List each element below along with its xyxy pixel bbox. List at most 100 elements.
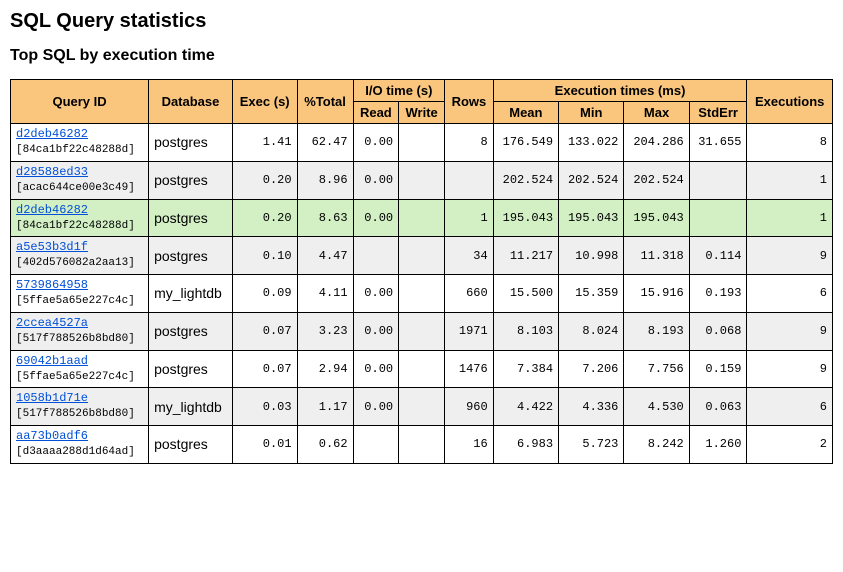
cell-stderr bbox=[689, 161, 747, 199]
query-id-hash: [402d576082a2aa13] bbox=[16, 257, 135, 269]
col-database: Database bbox=[149, 80, 233, 124]
query-id-link[interactable]: aa73b0adf6 bbox=[16, 429, 88, 443]
cell-io-write bbox=[399, 199, 445, 237]
col-executions: Executions bbox=[747, 80, 833, 124]
cell-rows: 8 bbox=[445, 124, 494, 162]
cell-max: 8.193 bbox=[624, 312, 689, 350]
cell-database: postgres bbox=[149, 237, 233, 275]
cell-exec-s: 0.07 bbox=[232, 312, 297, 350]
table-row: d2deb46282 [84ca1bf22c48288d] postgres1.41… bbox=[11, 124, 833, 162]
cell-exec-s: 0.03 bbox=[232, 388, 297, 426]
cell-stderr: 0.114 bbox=[689, 237, 747, 275]
cell-exec-s: 0.09 bbox=[232, 275, 297, 313]
query-id-hash: [5ffae5a65e227c4c] bbox=[16, 371, 135, 383]
cell-min: 15.359 bbox=[559, 275, 624, 313]
cell-exec-s: 0.20 bbox=[232, 199, 297, 237]
cell-io-read: 0.00 bbox=[353, 275, 399, 313]
query-id-link[interactable]: d2deb46282 bbox=[16, 203, 88, 217]
cell-query-id: d28588ed33[acac644ce00e3c49] bbox=[11, 161, 149, 199]
query-id-link[interactable]: a5e53b3d1f bbox=[16, 240, 88, 254]
cell-query-id: 5739864958 [5ffae5a65e227c4c] bbox=[11, 275, 149, 313]
cell-query-id: aa73b0adf6[d3aaaa288d1d64ad] bbox=[11, 426, 149, 464]
cell-stderr: 0.159 bbox=[689, 350, 747, 388]
col-stderr: StdErr bbox=[689, 102, 747, 124]
cell-mean: 176.549 bbox=[493, 124, 558, 162]
col-exec-s: Exec (s) bbox=[232, 80, 297, 124]
cell-max: 7.756 bbox=[624, 350, 689, 388]
cell-mean: 6.983 bbox=[493, 426, 558, 464]
cell-rows: 660 bbox=[445, 275, 494, 313]
table-row: 5739864958[5ffae5a65e227c4c]my_lightdb0.… bbox=[11, 275, 833, 313]
query-id-link[interactable]: d2deb46282 bbox=[16, 127, 88, 141]
cell-database: postgres bbox=[149, 124, 233, 162]
cell-executions: 6 bbox=[747, 388, 833, 426]
query-id-link[interactable]: 2ccea4527a bbox=[16, 316, 88, 330]
cell-exec-s: 0.07 bbox=[232, 350, 297, 388]
cell-io-read: 0.00 bbox=[353, 350, 399, 388]
query-id-link[interactable]: 5739864958 bbox=[16, 278, 88, 292]
cell-stderr: 0.193 bbox=[689, 275, 747, 313]
cell-stderr: 0.063 bbox=[689, 388, 747, 426]
cell-io-read: 0.00 bbox=[353, 312, 399, 350]
col-query-id: Query ID bbox=[11, 80, 149, 124]
cell-exec-s: 0.10 bbox=[232, 237, 297, 275]
cell-pct-total: 62.47 bbox=[297, 124, 353, 162]
cell-query-id: a5e53b3d1f [402d576082a2aa13] bbox=[11, 237, 149, 275]
cell-pct-total: 8.96 bbox=[297, 161, 353, 199]
cell-rows: 34 bbox=[445, 237, 494, 275]
cell-executions: 6 bbox=[747, 275, 833, 313]
table-row: 1058b1d71e[517f788526b8bd80]my_lightdb0.… bbox=[11, 388, 833, 426]
query-id-link[interactable]: d28588ed33 bbox=[16, 165, 88, 179]
cell-executions: 9 bbox=[747, 312, 833, 350]
cell-io-write bbox=[399, 124, 445, 162]
cell-database: postgres bbox=[149, 426, 233, 464]
cell-stderr: 0.068 bbox=[689, 312, 747, 350]
cell-io-write bbox=[399, 312, 445, 350]
cell-min: 202.524 bbox=[559, 161, 624, 199]
cell-mean: 202.524 bbox=[493, 161, 558, 199]
cell-io-read: 0.00 bbox=[353, 161, 399, 199]
cell-executions: 9 bbox=[747, 237, 833, 275]
col-max: Max bbox=[624, 102, 689, 124]
query-id-link[interactable]: 1058b1d71e bbox=[16, 391, 88, 405]
col-pct-total: %Total bbox=[297, 80, 353, 124]
cell-rows: 1 bbox=[445, 199, 494, 237]
col-read: Read bbox=[353, 102, 399, 124]
cell-pct-total: 3.23 bbox=[297, 312, 353, 350]
cell-io-write bbox=[399, 388, 445, 426]
cell-mean: 195.043 bbox=[493, 199, 558, 237]
cell-pct-total: 8.63 bbox=[297, 199, 353, 237]
cell-query-id: 1058b1d71e[517f788526b8bd80] bbox=[11, 388, 149, 426]
table-row: 2ccea4527a[517f788526b8bd80]postgres0.07… bbox=[11, 312, 833, 350]
cell-max: 15.916 bbox=[624, 275, 689, 313]
table-row: aa73b0adf6[d3aaaa288d1d64ad]postgres0.01… bbox=[11, 426, 833, 464]
sql-stats-tbody: d2deb46282[84ca1bf22c48288d]postgres1.41… bbox=[11, 124, 833, 464]
cell-mean: 7.384 bbox=[493, 350, 558, 388]
cell-max: 204.286 bbox=[624, 124, 689, 162]
table-row: d2deb46282[84ca1bf22c48288d]postgres0.20… bbox=[11, 199, 833, 237]
cell-rows: 960 bbox=[445, 388, 494, 426]
cell-database: postgres bbox=[149, 350, 233, 388]
cell-min: 8.024 bbox=[559, 312, 624, 350]
cell-query-id: d2deb46282[84ca1bf22c48288d] bbox=[11, 199, 149, 237]
cell-max: 202.524 bbox=[624, 161, 689, 199]
cell-max: 11.318 bbox=[624, 237, 689, 275]
cell-query-id: d2deb46282 [84ca1bf22c48288d] bbox=[11, 124, 149, 162]
cell-pct-total: 0.62 bbox=[297, 426, 353, 464]
cell-exec-s: 0.01 bbox=[232, 426, 297, 464]
cell-rows: 1476 bbox=[445, 350, 494, 388]
cell-rows: 1971 bbox=[445, 312, 494, 350]
col-io-time: I/O time (s) bbox=[353, 80, 445, 102]
cell-database: postgres bbox=[149, 161, 233, 199]
cell-rows: 16 bbox=[445, 426, 494, 464]
cell-query-id: 2ccea4527a[517f788526b8bd80] bbox=[11, 312, 149, 350]
cell-exec-s: 1.41 bbox=[232, 124, 297, 162]
query-id-hash: [5ffae5a65e227c4c] bbox=[16, 295, 135, 307]
table-row: 69042b1aad [5ffae5a65e227c4c] postgres0.07… bbox=[11, 350, 833, 388]
query-id-link[interactable]: 69042b1aad bbox=[16, 354, 88, 368]
cell-io-write bbox=[399, 350, 445, 388]
cell-max: 4.530 bbox=[624, 388, 689, 426]
cell-executions: 8 bbox=[747, 124, 833, 162]
query-id-hash: [84ca1bf22c48288d] bbox=[16, 144, 135, 156]
cell-io-read: 0.00 bbox=[353, 124, 399, 162]
